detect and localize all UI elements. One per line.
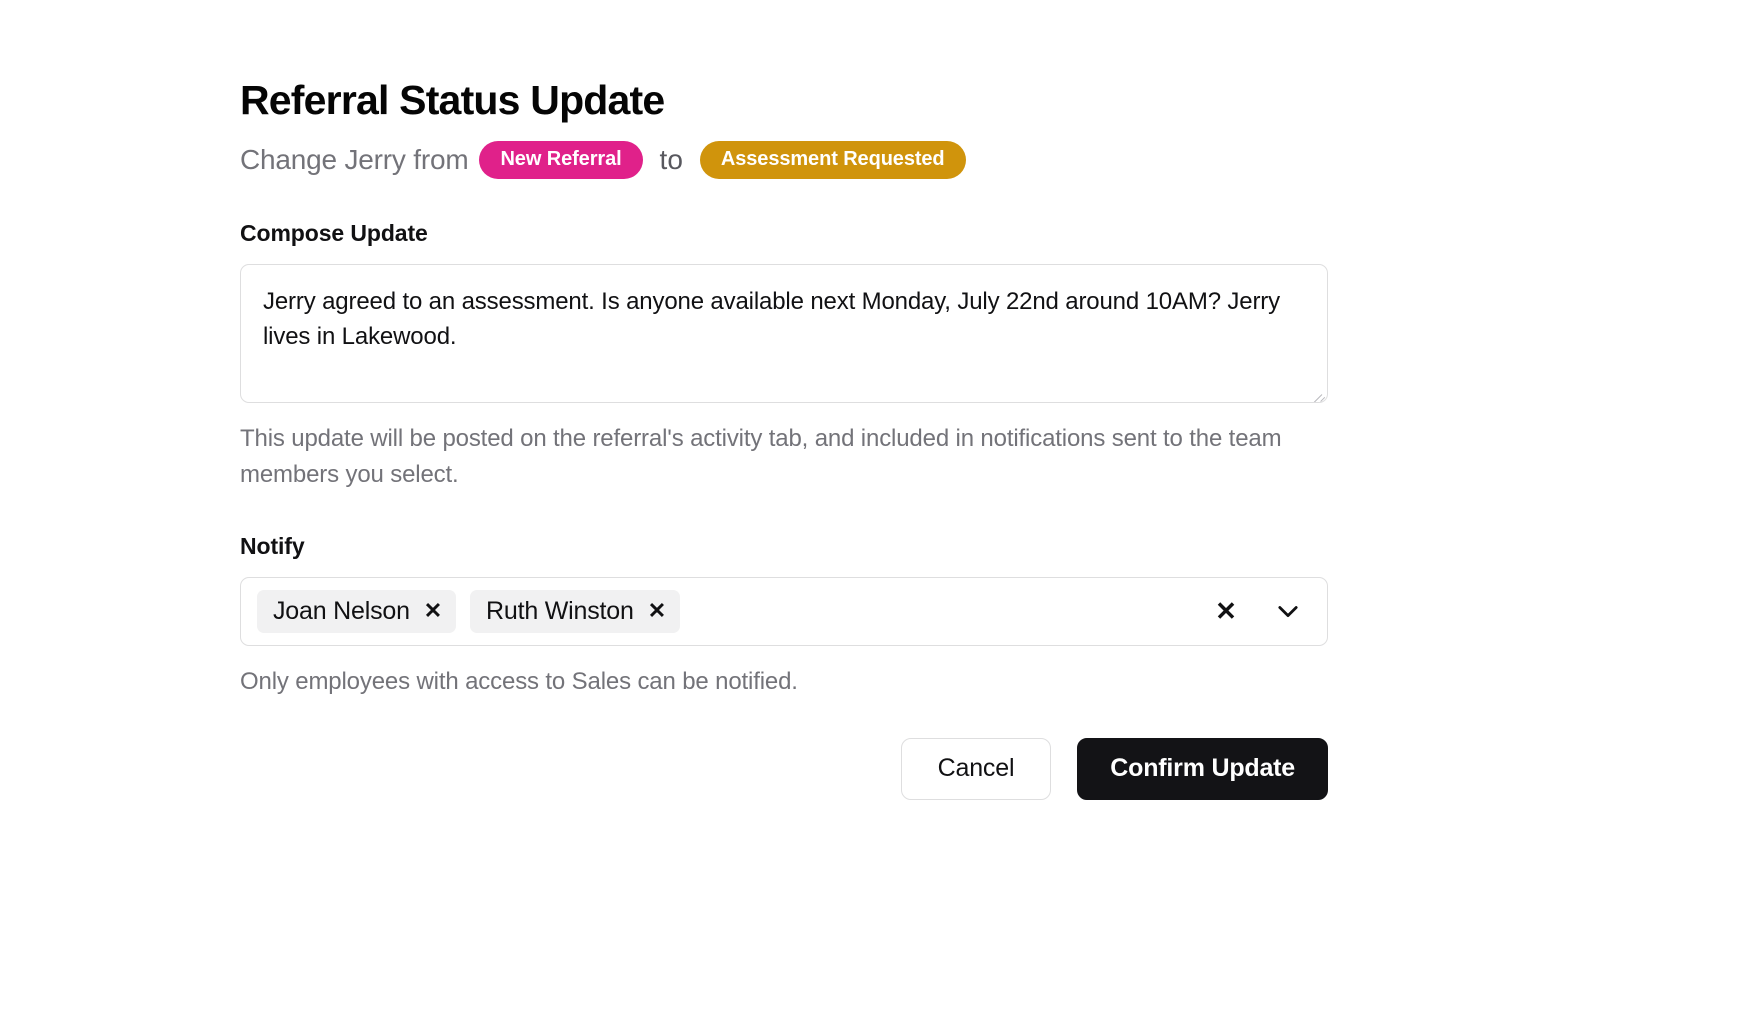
cancel-button[interactable]: Cancel — [900, 737, 1052, 800]
notify-chip-list: Joan Nelson ✕ Ruth Winston ✕ — [257, 589, 1211, 633]
notify-label: Notify — [240, 532, 305, 559]
confirm-update-button[interactable]: Confirm Update — [1077, 737, 1328, 800]
chip-remove-icon[interactable]: ✕ — [648, 600, 666, 622]
chevron-down-icon[interactable] — [1273, 596, 1303, 626]
status-change-summary: Change Jerry from New Referral to Assess… — [240, 140, 1328, 180]
clear-selection-icon[interactable]: ✕ — [1211, 596, 1241, 626]
status-badge-to: Assessment Requested — [699, 140, 966, 179]
status-badge-from: New Referral — [479, 140, 643, 179]
compose-update-value: Jerry agreed to an assessment. Is anyone… — [263, 287, 1287, 351]
compose-update-field: Compose Update Jerry agreed to an assess… — [240, 220, 1328, 493]
referral-status-update-dialog: Referral Status Update Change Jerry from… — [240, 77, 1328, 800]
subtitle-connector: to — [659, 143, 683, 175]
dialog-actions: Cancel Confirm Update — [240, 737, 1328, 800]
notify-chip-label: Joan Nelson — [273, 596, 410, 625]
subtitle-prefix: Change Jerry from — [240, 143, 469, 175]
notify-chip[interactable]: Joan Nelson ✕ — [257, 589, 457, 633]
compose-update-label: Compose Update — [240, 219, 428, 246]
notify-field: Notify Joan Nelson ✕ Ruth Winston ✕ ✕ On… — [240, 533, 1328, 700]
notify-chip-label: Ruth Winston — [486, 596, 634, 625]
notify-help-text: Only employees with access to Sales can … — [240, 667, 798, 695]
notify-select-controls: ✕ — [1211, 596, 1313, 626]
page-title: Referral Status Update — [240, 77, 665, 123]
chip-remove-icon[interactable]: ✕ — [424, 600, 442, 622]
compose-update-help-text: This update will be posted on the referr… — [240, 424, 1282, 488]
notify-multiselect[interactable]: Joan Nelson ✕ Ruth Winston ✕ ✕ — [240, 576, 1328, 646]
compose-update-textarea[interactable]: Jerry agreed to an assessment. Is anyone… — [240, 263, 1328, 403]
notify-chip[interactable]: Ruth Winston ✕ — [470, 589, 680, 633]
resize-handle-icon[interactable] — [1309, 384, 1323, 398]
